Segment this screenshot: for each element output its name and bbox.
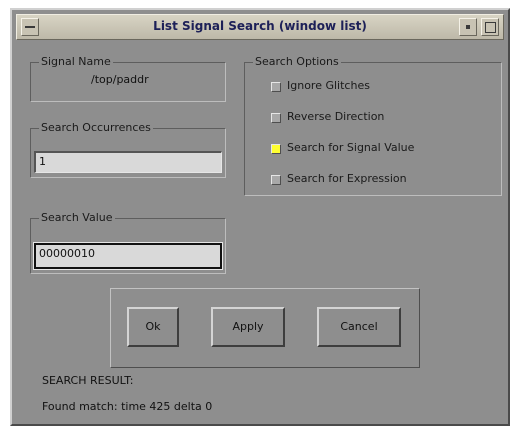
reverse-direction-label: Reverse Direction: [287, 110, 385, 123]
search-expression-checkbox[interactable]: Search for Expression: [271, 172, 491, 188]
ignore-glitches-checkbox[interactable]: Ignore Glitches: [271, 79, 491, 95]
search-expression-label: Search for Expression: [287, 172, 407, 185]
signal-name-legend: Signal Name: [39, 55, 113, 69]
search-occurrences-legend: Search Occurrences: [39, 121, 153, 135]
minimize-button[interactable]: [459, 18, 477, 36]
search-dialog-window: List Signal Search (window list) Signal …: [10, 8, 510, 426]
search-occurrences-input[interactable]: 1: [34, 151, 222, 173]
reverse-direction-indicator: [271, 113, 281, 123]
search-options-legend: Search Options: [253, 55, 341, 69]
search-value-legend: Search Value: [39, 211, 115, 225]
search-signal-value-label: Search for Signal Value: [287, 141, 415, 154]
apply-button[interactable]: Apply: [211, 307, 285, 347]
maximize-icon: [485, 22, 496, 33]
search-options-group: Search Options Ignore Glitches Reverse D…: [244, 55, 502, 196]
search-expression-indicator: [271, 175, 281, 185]
button-box: Ok Apply Cancel: [110, 288, 420, 368]
search-result-text: Found match: time 425 delta 0: [42, 400, 213, 413]
ignore-glitches-indicator: [271, 82, 281, 92]
maximize-button[interactable]: [481, 18, 499, 36]
title-bar[interactable]: List Signal Search (window list): [16, 14, 504, 40]
minimize-icon: [466, 25, 470, 29]
search-signal-value-indicator: [271, 144, 281, 154]
window-title: List Signal Search (window list): [153, 19, 367, 33]
search-result-heading: SEARCH RESULT:: [42, 374, 134, 387]
search-occurrences-group: Search Occurrences 1: [30, 121, 226, 178]
reverse-direction-checkbox[interactable]: Reverse Direction: [271, 110, 491, 126]
search-value-group: Search Value 00000010: [30, 211, 226, 274]
ok-button[interactable]: Ok: [127, 307, 179, 347]
search-value-input[interactable]: 00000010: [33, 242, 223, 270]
signal-name-group: Signal Name /top/paddr: [30, 55, 226, 102]
cancel-button[interactable]: Cancel: [317, 307, 401, 347]
signal-name-value: /top/paddr: [91, 73, 149, 86]
ignore-glitches-label: Ignore Glitches: [287, 79, 370, 92]
search-signal-value-checkbox[interactable]: Search for Signal Value: [271, 141, 491, 157]
